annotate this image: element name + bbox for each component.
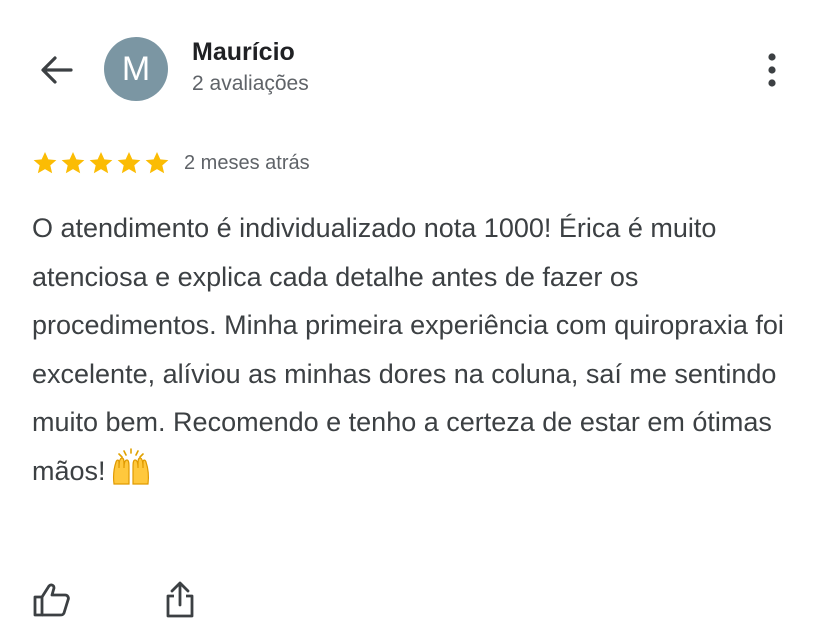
share-button[interactable] <box>158 578 202 622</box>
star-rating <box>32 150 170 176</box>
share-icon <box>166 581 194 618</box>
star-icon <box>145 151 169 174</box>
like-button[interactable] <box>30 578 74 622</box>
review-date: 2 meses atrás <box>184 151 310 174</box>
star-icon <box>61 151 85 174</box>
reviewer-name[interactable]: Maurício <box>192 38 295 67</box>
more-options-button[interactable] <box>752 48 792 92</box>
raising-hands-emoji <box>110 447 152 502</box>
thumbs-up-icon <box>33 583 70 617</box>
rating-row: 2 meses atrás <box>32 148 310 178</box>
review-text: O atendimento é individualizado nota 100… <box>32 204 802 501</box>
back-button[interactable] <box>34 50 78 90</box>
avatar[interactable]: M <box>104 37 168 101</box>
star-icon <box>117 151 141 174</box>
star-icon <box>89 151 113 174</box>
star-icon <box>33 151 57 174</box>
avatar-initial: M <box>121 49 151 88</box>
arrow-back-icon <box>41 56 73 84</box>
review-body: O atendimento é individualizado nota 100… <box>32 213 784 486</box>
more-vert-icon <box>768 53 776 87</box>
review-count: 2 avaliações <box>192 72 309 95</box>
